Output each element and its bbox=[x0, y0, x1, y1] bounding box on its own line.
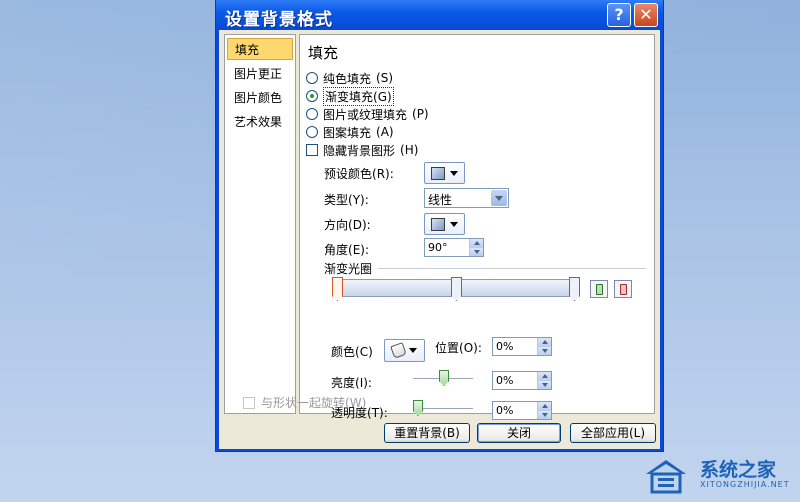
pattern-fill-option[interactable]: 图案填充 (A) bbox=[306, 124, 394, 140]
spin-down-icon[interactable] bbox=[537, 346, 551, 355]
preset-colors-label: 预设颜色(R): bbox=[324, 167, 394, 181]
brightness-label: 亮度(I): bbox=[331, 376, 372, 390]
hide-background-checkbox[interactable] bbox=[306, 144, 318, 156]
section-title: 填充 bbox=[308, 44, 339, 62]
nav-item-picture-corrections[interactable]: 图片更正 bbox=[227, 63, 293, 85]
picture-fill-radio[interactable] bbox=[306, 108, 318, 120]
section-divider bbox=[378, 268, 646, 269]
position-label: 位置(O): bbox=[435, 341, 482, 355]
house-logo-icon bbox=[646, 460, 686, 494]
spin-up-icon[interactable] bbox=[469, 239, 483, 248]
dialog-body: 填充 图片更正 图片颜色 艺术效果 填充 纯色填充 (S) 渐变填充(G) 图片或… bbox=[219, 30, 660, 449]
spin-down-icon[interactable] bbox=[537, 410, 551, 419]
site-watermark: 系统之家 XITONGZHIJIA.NET bbox=[638, 450, 800, 502]
watermark-text: 系统之家 bbox=[700, 459, 777, 481]
help-button[interactable]: ? bbox=[607, 3, 631, 27]
preset-colors-button[interactable] bbox=[424, 162, 465, 184]
hide-background-option[interactable]: 隐藏背景图形 (H) bbox=[306, 142, 418, 158]
gradient-swatch-icon bbox=[431, 166, 445, 180]
spin-down-icon[interactable] bbox=[469, 247, 483, 256]
gradient-fill-option[interactable]: 渐变填充(G) bbox=[306, 86, 394, 106]
add-stop-icon bbox=[595, 283, 603, 295]
transparency-slider-thumb[interactable] bbox=[413, 400, 423, 416]
angle-value: 90° bbox=[428, 241, 448, 254]
spin-up-icon[interactable] bbox=[537, 372, 551, 381]
nav-item-picture-color[interactable]: 图片颜色 bbox=[227, 87, 293, 109]
gradient-stops-title: 渐变光圈 bbox=[324, 262, 373, 276]
close-button[interactable]: 关闭 bbox=[477, 423, 561, 443]
transparency-value: 0% bbox=[496, 404, 514, 417]
angle-spinner[interactable]: 90° bbox=[424, 238, 484, 257]
close-icon[interactable]: ✕ bbox=[634, 3, 658, 27]
color-button[interactable] bbox=[384, 339, 425, 362]
solid-fill-option[interactable]: 纯色填充 (S) bbox=[306, 70, 393, 86]
picture-fill-label: 图片或纹理填充 bbox=[323, 107, 408, 122]
brightness-value: 0% bbox=[496, 374, 514, 387]
chevron-down-icon bbox=[450, 221, 458, 227]
transparency-spinner[interactable]: 0% bbox=[492, 401, 552, 420]
nav-item-fill[interactable]: 填充 bbox=[227, 38, 293, 60]
brightness-spinner[interactable]: 0% bbox=[492, 371, 552, 390]
solid-fill-radio[interactable] bbox=[306, 72, 318, 84]
angle-label: 角度(E): bbox=[324, 243, 370, 257]
position-spinner[interactable]: 0% bbox=[492, 337, 552, 356]
watermark-subtext: XITONGZHIJIA.NET bbox=[700, 480, 790, 489]
fill-panel: 填充 纯色填充 (S) 渐变填充(G) 图片或纹理填充 (P) 图案填充 (A) 隐藏… bbox=[299, 34, 655, 420]
type-select[interactable]: 线性 bbox=[424, 188, 509, 208]
remove-stop-button[interactable] bbox=[614, 280, 632, 298]
apply-all-button[interactable]: 全部应用(L) bbox=[570, 423, 656, 443]
color-label: 颜色(C) bbox=[331, 345, 373, 359]
pattern-fill-radio[interactable] bbox=[306, 126, 318, 138]
position-value: 0% bbox=[496, 340, 514, 353]
picture-fill-option[interactable]: 图片或纹理填充 (P) bbox=[306, 106, 429, 122]
rotate-with-shape-checkbox[interactable] bbox=[243, 396, 255, 409]
paint-bucket-icon bbox=[390, 342, 407, 359]
pattern-fill-label: 图案填充 bbox=[323, 125, 372, 140]
type-dropdown-arrow[interactable] bbox=[491, 190, 507, 206]
type-label: 类型(Y): bbox=[324, 193, 369, 207]
type-value: 线性 bbox=[428, 193, 453, 207]
hide-background-label: 隐藏背景图形 bbox=[323, 143, 396, 158]
direction-button[interactable] bbox=[424, 213, 465, 235]
add-stop-button[interactable] bbox=[590, 280, 608, 298]
gradient-stop-3[interactable] bbox=[569, 277, 580, 301]
title-bar[interactable]: 设置背景格式 ? ✕ bbox=[216, 0, 663, 30]
direction-label: 方向(D): bbox=[324, 218, 371, 232]
brightness-slider-thumb[interactable] bbox=[439, 370, 449, 386]
category-nav: 填充 图片更正 图片颜色 艺术效果 bbox=[224, 34, 296, 414]
chevron-down-icon bbox=[450, 170, 458, 176]
spin-down-icon[interactable] bbox=[537, 380, 551, 389]
rotate-with-shape-option[interactable]: 与形状一起旋转(W) bbox=[243, 394, 366, 411]
gradient-stop-2[interactable] bbox=[451, 277, 462, 301]
nav-item-artistic-effects[interactable]: 艺术效果 bbox=[227, 111, 293, 133]
remove-stop-icon bbox=[619, 283, 627, 295]
reset-background-button[interactable]: 重置背景(B) bbox=[384, 423, 470, 443]
spin-up-icon[interactable] bbox=[537, 402, 551, 411]
spin-up-icon[interactable] bbox=[537, 338, 551, 347]
format-background-dialog: 设置背景格式 ? ✕ 填充 图片更正 图片颜色 艺术效果 填充 纯色填充 (S) … bbox=[215, 0, 664, 452]
direction-swatch-icon bbox=[431, 217, 445, 231]
solid-fill-label: 纯色填充 bbox=[323, 71, 372, 86]
rotate-with-shape-label: 与形状一起旋转 bbox=[261, 396, 346, 410]
chevron-down-icon bbox=[409, 348, 417, 353]
gradient-fill-label: 渐变填充 bbox=[325, 89, 374, 104]
gradient-fill-radio[interactable] bbox=[306, 90, 318, 102]
gradient-stop-1[interactable] bbox=[332, 277, 343, 301]
dialog-title: 设置背景格式 bbox=[225, 10, 333, 30]
